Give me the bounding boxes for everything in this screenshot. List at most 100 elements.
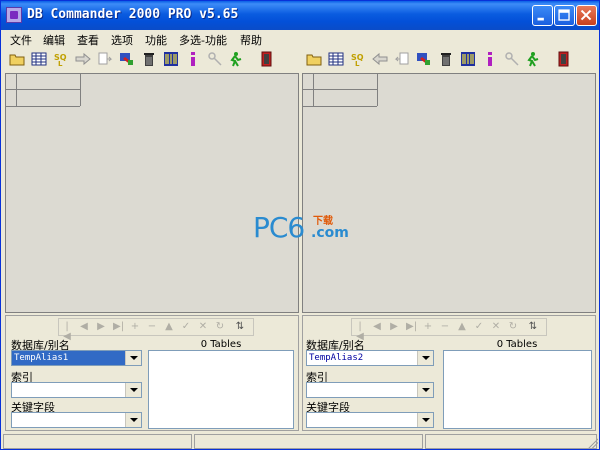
next-record-icon[interactable]: ▶ — [96, 322, 106, 332]
svg-text:L: L — [355, 60, 360, 67]
next-record-icon[interactable]: ▶ — [389, 322, 399, 332]
barcode-icon[interactable] — [163, 51, 179, 67]
chevron-down-icon[interactable] — [417, 413, 433, 427]
watermark-brand: PC6 — [253, 211, 305, 244]
main-window: DB Commander 2000 PRO v5.65 文件 编辑 查看 选项 … — [0, 0, 600, 450]
menu-view[interactable]: 查看 — [77, 32, 99, 48]
grid-line — [313, 74, 314, 106]
filter-tool-icon[interactable] — [416, 51, 432, 67]
trash-icon[interactable] — [438, 51, 454, 67]
sql-icon[interactable]: SQL — [53, 51, 69, 67]
cancel-record-icon[interactable]: ✕ — [491, 322, 501, 332]
trash-icon[interactable] — [141, 51, 157, 67]
left-navigator: |◀ ◀ ▶ ▶| + − ▲ ✓ ✕ ↻ ⇅ — [58, 318, 254, 342]
exit-door-icon[interactable] — [556, 51, 572, 67]
right-toolbar: SQ L — [302, 48, 597, 72]
chevron-down-icon[interactable] — [417, 351, 433, 365]
post-record-icon[interactable]: ✓ — [181, 322, 191, 332]
chevron-down-icon[interactable] — [417, 383, 433, 397]
tables-list[interactable] — [148, 350, 294, 429]
close-button[interactable] — [576, 5, 597, 26]
delete-record-icon[interactable]: − — [147, 322, 157, 332]
right-bottom-panel: |◀ ◀ ▶ ▶| + − ▲ ✓ ✕ ↻ ⇅ 数据库/别名 TempAlias… — [302, 315, 596, 431]
watermark-logo: PC6 下载 .com — [253, 211, 353, 247]
sort-icon[interactable]: ⇅ — [235, 322, 245, 332]
key-wrench-icon[interactable] — [504, 51, 520, 67]
open-folder-icon[interactable] — [9, 51, 25, 67]
table-grid-icon[interactable] — [328, 51, 344, 67]
tables-count: 0 Tables — [496, 339, 538, 350]
db-alias-select[interactable]: TempAlias1 — [11, 350, 142, 366]
arrow-right-icon[interactable] — [75, 51, 91, 67]
db-alias-value: TempAlias1 — [12, 351, 126, 365]
last-record-icon[interactable]: ▶| — [406, 322, 417, 332]
menu-edit[interactable]: 编辑 — [43, 32, 65, 48]
tables-list[interactable] — [443, 350, 592, 429]
first-record-icon[interactable]: |◀ — [355, 322, 365, 342]
last-record-icon[interactable]: ▶| — [113, 322, 124, 332]
info-icon[interactable] — [185, 51, 201, 67]
status-panel-2 — [194, 434, 423, 449]
menu-bar: 文件 编辑 查看 选项 功能 多选-功能 帮助 — [1, 30, 599, 48]
prior-record-icon[interactable]: ◀ — [372, 322, 382, 332]
close-icon — [580, 9, 592, 21]
index-select[interactable] — [11, 382, 142, 398]
open-folder-icon[interactable] — [306, 51, 322, 67]
barcode-icon[interactable] — [460, 51, 476, 67]
menu-functions[interactable]: 功能 — [145, 32, 167, 48]
resize-grip-icon[interactable] — [586, 437, 598, 449]
window-title: DB Commander 2000 PRO v5.65 — [27, 7, 239, 22]
cancel-record-icon[interactable]: ✕ — [198, 322, 208, 332]
grid-line — [377, 74, 378, 106]
table-grid-icon[interactable] — [31, 51, 47, 67]
first-record-icon[interactable]: |◀ — [62, 322, 72, 342]
chevron-down-icon[interactable] — [125, 383, 141, 397]
menu-file[interactable]: 文件 — [10, 32, 32, 48]
right-data-grid[interactable] — [302, 73, 596, 313]
app-icon[interactable] — [6, 7, 22, 23]
copy-doc-icon[interactable] — [394, 51, 410, 67]
maximize-button[interactable] — [554, 5, 575, 26]
watermark-domain: .com — [311, 225, 349, 241]
filter-tool-icon[interactable] — [119, 51, 135, 67]
refresh-record-icon[interactable]: ↻ — [508, 322, 518, 332]
db-alias-value: TempAlias2 — [309, 353, 364, 363]
prior-record-icon[interactable]: ◀ — [79, 322, 89, 332]
key-wrench-icon[interactable] — [207, 51, 223, 67]
title-bar[interactable]: DB Commander 2000 PRO v5.65 — [1, 1, 599, 30]
db-alias-select[interactable]: TempAlias2 — [306, 350, 434, 366]
left-toolbar: SQ L — [5, 48, 297, 72]
post-record-icon[interactable]: ✓ — [474, 322, 484, 332]
menu-help[interactable]: 帮助 — [240, 32, 262, 48]
left-data-grid[interactable] — [5, 73, 299, 313]
info-icon[interactable] — [482, 51, 498, 67]
insert-record-icon[interactable]: + — [130, 322, 140, 332]
key-field-select[interactable] — [306, 412, 434, 428]
insert-record-icon[interactable]: + — [423, 322, 433, 332]
status-bar — [1, 433, 599, 450]
minimize-button[interactable] — [532, 5, 553, 26]
maximize-icon — [558, 9, 570, 21]
svg-text:L: L — [58, 60, 63, 67]
run-icon[interactable] — [227, 51, 243, 67]
grid-line — [303, 106, 377, 107]
left-bottom-panel: |◀ ◀ ▶ ▶| + − ▲ ✓ ✕ ↻ ⇅ 数据库/别名 TempAlias… — [5, 315, 299, 431]
grid-line — [303, 89, 377, 90]
chevron-down-icon[interactable] — [125, 413, 141, 427]
sql-icon[interactable]: SQL — [350, 51, 366, 67]
copy-doc-icon[interactable] — [97, 51, 113, 67]
run-icon[interactable] — [524, 51, 540, 67]
menu-options[interactable]: 选项 — [111, 32, 133, 48]
edit-record-icon[interactable]: ▲ — [457, 322, 467, 332]
delete-record-icon[interactable]: − — [440, 322, 450, 332]
chevron-down-icon[interactable] — [125, 351, 141, 365]
index-select[interactable] — [306, 382, 434, 398]
key-field-select[interactable] — [11, 412, 142, 428]
edit-record-icon[interactable]: ▲ — [164, 322, 174, 332]
arrow-left-icon[interactable] — [372, 51, 388, 67]
refresh-record-icon[interactable]: ↻ — [215, 322, 225, 332]
sort-icon[interactable]: ⇅ — [528, 322, 538, 332]
menu-multiselect-functions[interactable]: 多选-功能 — [179, 32, 227, 48]
exit-door-icon[interactable] — [259, 51, 275, 67]
right-navigator: |◀ ◀ ▶ ▶| + − ▲ ✓ ✕ ↻ ⇅ — [351, 318, 547, 342]
